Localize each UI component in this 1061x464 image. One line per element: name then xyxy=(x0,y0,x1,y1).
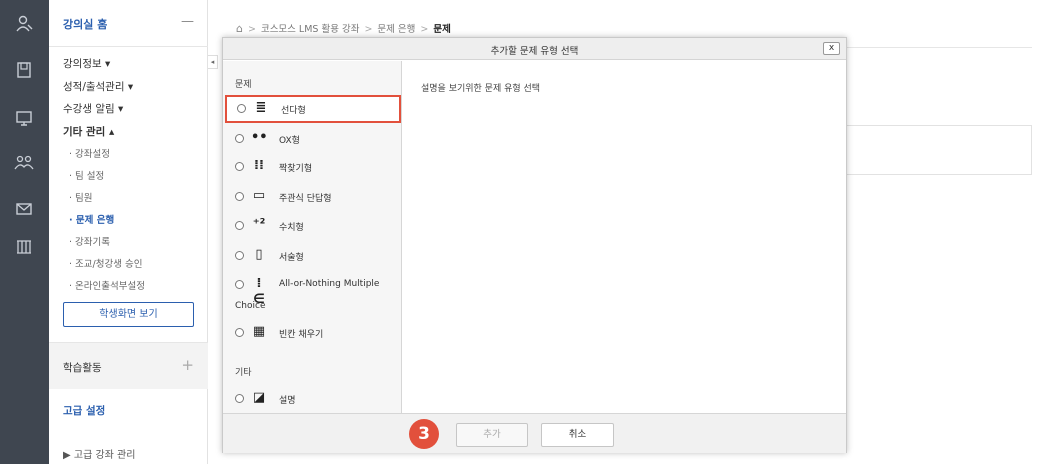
menu-course-info[interactable]: 강의정보 ▾ xyxy=(63,56,110,71)
question-type-label: 주관식 단답형 xyxy=(279,194,332,204)
category-other: 기타 xyxy=(235,368,252,378)
advanced-settings-section: 고급 설정 xyxy=(49,390,208,430)
truefalse-icon: •• xyxy=(251,130,268,145)
question-type-gapfill[interactable]: ▦ 빈칸 채우기 xyxy=(223,319,401,347)
question-type-label: 설명 xyxy=(279,396,296,406)
submenu-question-bank[interactable]: · 문제 은행 xyxy=(69,212,114,226)
question-type-label: 짝찾기형 xyxy=(279,164,313,174)
icon-rail xyxy=(0,0,49,464)
radio-button[interactable] xyxy=(235,394,244,403)
breadcrumb-separator: > xyxy=(364,24,373,35)
submenu-online-attendance[interactable]: · 온라인출석부설정 xyxy=(69,278,145,292)
question-type-shortanswer[interactable]: ▭ 주관식 단답형 xyxy=(223,183,401,211)
step-marker: 3 xyxy=(409,419,439,449)
sidebar-collapse-tab[interactable]: ◂ xyxy=(208,55,218,69)
radio-button[interactable] xyxy=(237,104,246,113)
person-icon[interactable] xyxy=(14,14,34,34)
submenu-team-settings[interactable]: · 팀 설정 xyxy=(69,168,104,182)
description-text: 설명을 보기위한 문제 유형 선택 xyxy=(421,84,541,94)
dialog-title: 추가할 문제 유형 선택 xyxy=(490,46,579,57)
breadcrumb-current: 문제 xyxy=(433,24,451,35)
all-or-nothing-icon: ⁞∈ xyxy=(253,276,265,307)
breadcrumb-separator: > xyxy=(420,24,429,35)
board-icon[interactable] xyxy=(14,108,34,128)
question-type-matching[interactable]: ⁞⁞ 짝찾기형 xyxy=(223,153,401,181)
radio-button[interactable] xyxy=(235,328,244,337)
divider xyxy=(838,47,1032,48)
radio-button[interactable] xyxy=(235,134,244,143)
radio-button[interactable] xyxy=(235,221,244,230)
question-type-label: 빈칸 채우기 xyxy=(279,330,324,340)
description-icon: ◪ xyxy=(252,390,266,405)
question-type-list: 문제 ≣ 선다형 •• OX형 ⁞⁞ 짝찾기형 ▭ 주관식 단답형 ⁺² 수치형 xyxy=(223,61,402,413)
advanced-settings-label[interactable]: 고급 설정 xyxy=(63,403,105,418)
library-icon[interactable] xyxy=(14,237,34,257)
breadcrumb-course[interactable]: 코스모스 LMS 활용 강좌 xyxy=(261,24,360,35)
radio-button[interactable] xyxy=(235,162,244,171)
essay-icon: ▯ xyxy=(255,247,263,262)
submenu-team-members[interactable]: · 팀원 xyxy=(69,190,93,204)
radio-button[interactable] xyxy=(235,251,244,260)
breadcrumb: ⌂ > 코스모스 LMS 활용 강좌 > 문제 은행 > 문제 xyxy=(236,21,451,35)
background-panel xyxy=(838,125,1032,175)
course-sidebar: 강의실 홈 — 강의정보 ▾ 성적/출석관리 ▾ 수강생 알림 ▾ 기타 관리 … xyxy=(49,0,208,464)
question-type-truefalse[interactable]: •• OX형 xyxy=(223,125,401,153)
gapfill-icon: ▦ xyxy=(252,324,266,339)
plus-icon[interactable]: + xyxy=(181,356,194,374)
menu-student-notice[interactable]: 수강생 알림 ▾ xyxy=(63,101,123,116)
question-type-label: All-or-Nothing Multiple xyxy=(279,279,380,289)
menu-other-management[interactable]: 기타 관리 ▴ xyxy=(63,124,114,139)
numerical-icon: ⁺² xyxy=(252,217,266,232)
course-home-link[interactable]: 강의실 홈 xyxy=(63,16,107,32)
menu-grades-attendance[interactable]: 성적/출석관리 ▾ xyxy=(63,79,133,94)
matching-icon: ⁞⁞ xyxy=(254,158,264,173)
question-type-label-continuation: Choice xyxy=(235,301,266,311)
breadcrumb-question-bank[interactable]: 문제 은행 xyxy=(377,24,415,35)
close-button[interactable]: x xyxy=(823,42,840,55)
question-type-multichoice[interactable]: ≣ 선다형 xyxy=(225,95,401,123)
question-type-label: 수치형 xyxy=(279,223,304,233)
breadcrumb-separator: > xyxy=(247,24,256,35)
question-type-label: 서술형 xyxy=(279,253,304,263)
radio-button[interactable] xyxy=(235,280,244,289)
course-home-header[interactable]: 강의실 홈 — xyxy=(49,0,208,47)
multichoice-icon: ≣ xyxy=(255,100,267,115)
learning-activity-section[interactable]: 학습활동 + xyxy=(49,342,208,389)
question-type-label: 선다형 xyxy=(281,106,306,116)
home-icon[interactable]: ⌂ xyxy=(236,22,243,35)
radio-button[interactable] xyxy=(235,192,244,201)
question-type-dialog: 추가할 문제 유형 선택 x 문제 ≣ 선다형 •• OX형 ⁞⁞ 짝찾기형 ▭… xyxy=(222,37,847,453)
question-type-all-or-nothing[interactable]: ⁞∈ All-or-Nothing Multiple xyxy=(223,271,401,307)
student-view-button[interactable]: 학생화면 보기 xyxy=(63,302,194,327)
category-questions: 문제 xyxy=(235,80,252,90)
book-icon[interactable] xyxy=(14,60,34,80)
submenu-ta-auditor-approval[interactable]: · 조교/청강생 승인 xyxy=(69,256,142,270)
submenu-course-log[interactable]: · 강좌기록 xyxy=(69,234,110,248)
question-type-label: OX형 xyxy=(279,136,300,146)
group-icon[interactable] xyxy=(14,153,34,173)
question-type-numerical[interactable]: ⁺² 수치형 xyxy=(223,212,401,240)
dialog-header: 추가할 문제 유형 선택 x xyxy=(223,38,846,60)
learning-activity-label: 학습활동 xyxy=(63,362,102,374)
description-panel: 설명을 보기위한 문제 유형 선택 xyxy=(403,61,846,413)
shortanswer-icon: ▭ xyxy=(252,188,266,203)
submenu-course-settings[interactable]: · 강좌설정 xyxy=(69,146,110,160)
collapse-toggle[interactable]: — xyxy=(181,14,194,29)
cancel-button[interactable]: 취소 xyxy=(541,423,614,447)
add-button[interactable]: 추가 xyxy=(456,423,528,447)
question-type-description[interactable]: ◪ 설명 xyxy=(223,385,401,413)
mail-icon[interactable] xyxy=(14,199,34,219)
dialog-footer: 3 추가 취소 xyxy=(223,413,846,453)
question-type-essay[interactable]: ▯ 서술형 xyxy=(223,242,401,270)
advanced-course-management[interactable]: ▶ 고급 강좌 관리 xyxy=(63,446,135,461)
